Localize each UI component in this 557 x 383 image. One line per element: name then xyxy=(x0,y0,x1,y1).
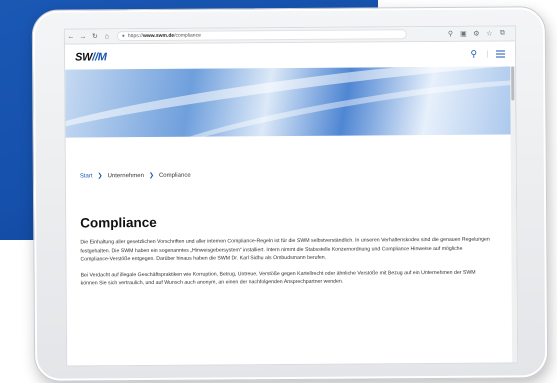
site-header: SW//M ⚲ xyxy=(64,41,516,70)
header-actions: ⚲ xyxy=(470,48,506,60)
main-content: Start ❯ Unternehmen ❯ Compliance Complia… xyxy=(80,134,511,288)
swm-logo[interactable]: SW//M xyxy=(75,51,107,63)
collections-icon[interactable]: ⧉ xyxy=(496,29,509,37)
tablet-device: ← → ↻ ⌂ ● https:// www.swm.de /complianc… xyxy=(31,6,549,382)
reporting-paragraph: Bei Verdacht auf illegale Geschäftsprakt… xyxy=(80,269,476,287)
page-title: Compliance xyxy=(80,214,157,231)
search-icon[interactable]: ⚲ xyxy=(470,49,477,60)
home-icon[interactable]: ⌂ xyxy=(101,33,113,40)
breadcrumb-compliance: Compliance xyxy=(158,172,191,179)
arrow-right-icon[interactable]: → xyxy=(77,33,89,40)
breadcrumb: Start ❯ Unternehmen ❯ Compliance xyxy=(80,169,510,179)
url-path: /compliance xyxy=(174,32,201,39)
tablet-screen: ← → ↻ ⌂ ● https:// www.swm.de /complianc… xyxy=(63,25,519,367)
logo-accent: //M xyxy=(92,50,107,63)
lock-icon: ● xyxy=(121,33,125,40)
address-bar[interactable]: ● https:// www.swm.de /compliance xyxy=(116,29,407,42)
hero-banner xyxy=(65,66,516,138)
intro-paragraph: Die Einhaltung aller gesetzlichen Vorsch… xyxy=(80,236,490,263)
chevron-right-icon: ❯ xyxy=(148,172,154,179)
breadcrumb-start[interactable]: Start xyxy=(80,173,93,179)
reload-icon[interactable]: ↻ xyxy=(89,32,101,40)
favorites-icon[interactable]: ☆ xyxy=(483,30,496,38)
breadcrumb-unternehmen[interactable]: Unternehmen xyxy=(108,173,144,179)
url-domain: www.swm.de xyxy=(142,32,175,40)
arrow-left-icon[interactable]: ← xyxy=(65,33,77,40)
url-prefix: https:// xyxy=(127,33,143,40)
reader-view-icon[interactable]: ▣ xyxy=(457,30,470,38)
logo-text: SW xyxy=(74,50,93,63)
page-scrollbar[interactable] xyxy=(510,66,518,363)
hamburger-menu-icon[interactable] xyxy=(487,50,506,59)
key-icon[interactable]: ⚲ xyxy=(444,30,457,38)
browser-actions: ⚲ ▣ ⚙ ☆ ⧉ xyxy=(444,29,515,37)
scrollbar-thumb[interactable] xyxy=(511,66,515,101)
extensions-icon[interactable]: ⚙ xyxy=(470,30,483,38)
chevron-right-icon: ❯ xyxy=(97,173,103,180)
